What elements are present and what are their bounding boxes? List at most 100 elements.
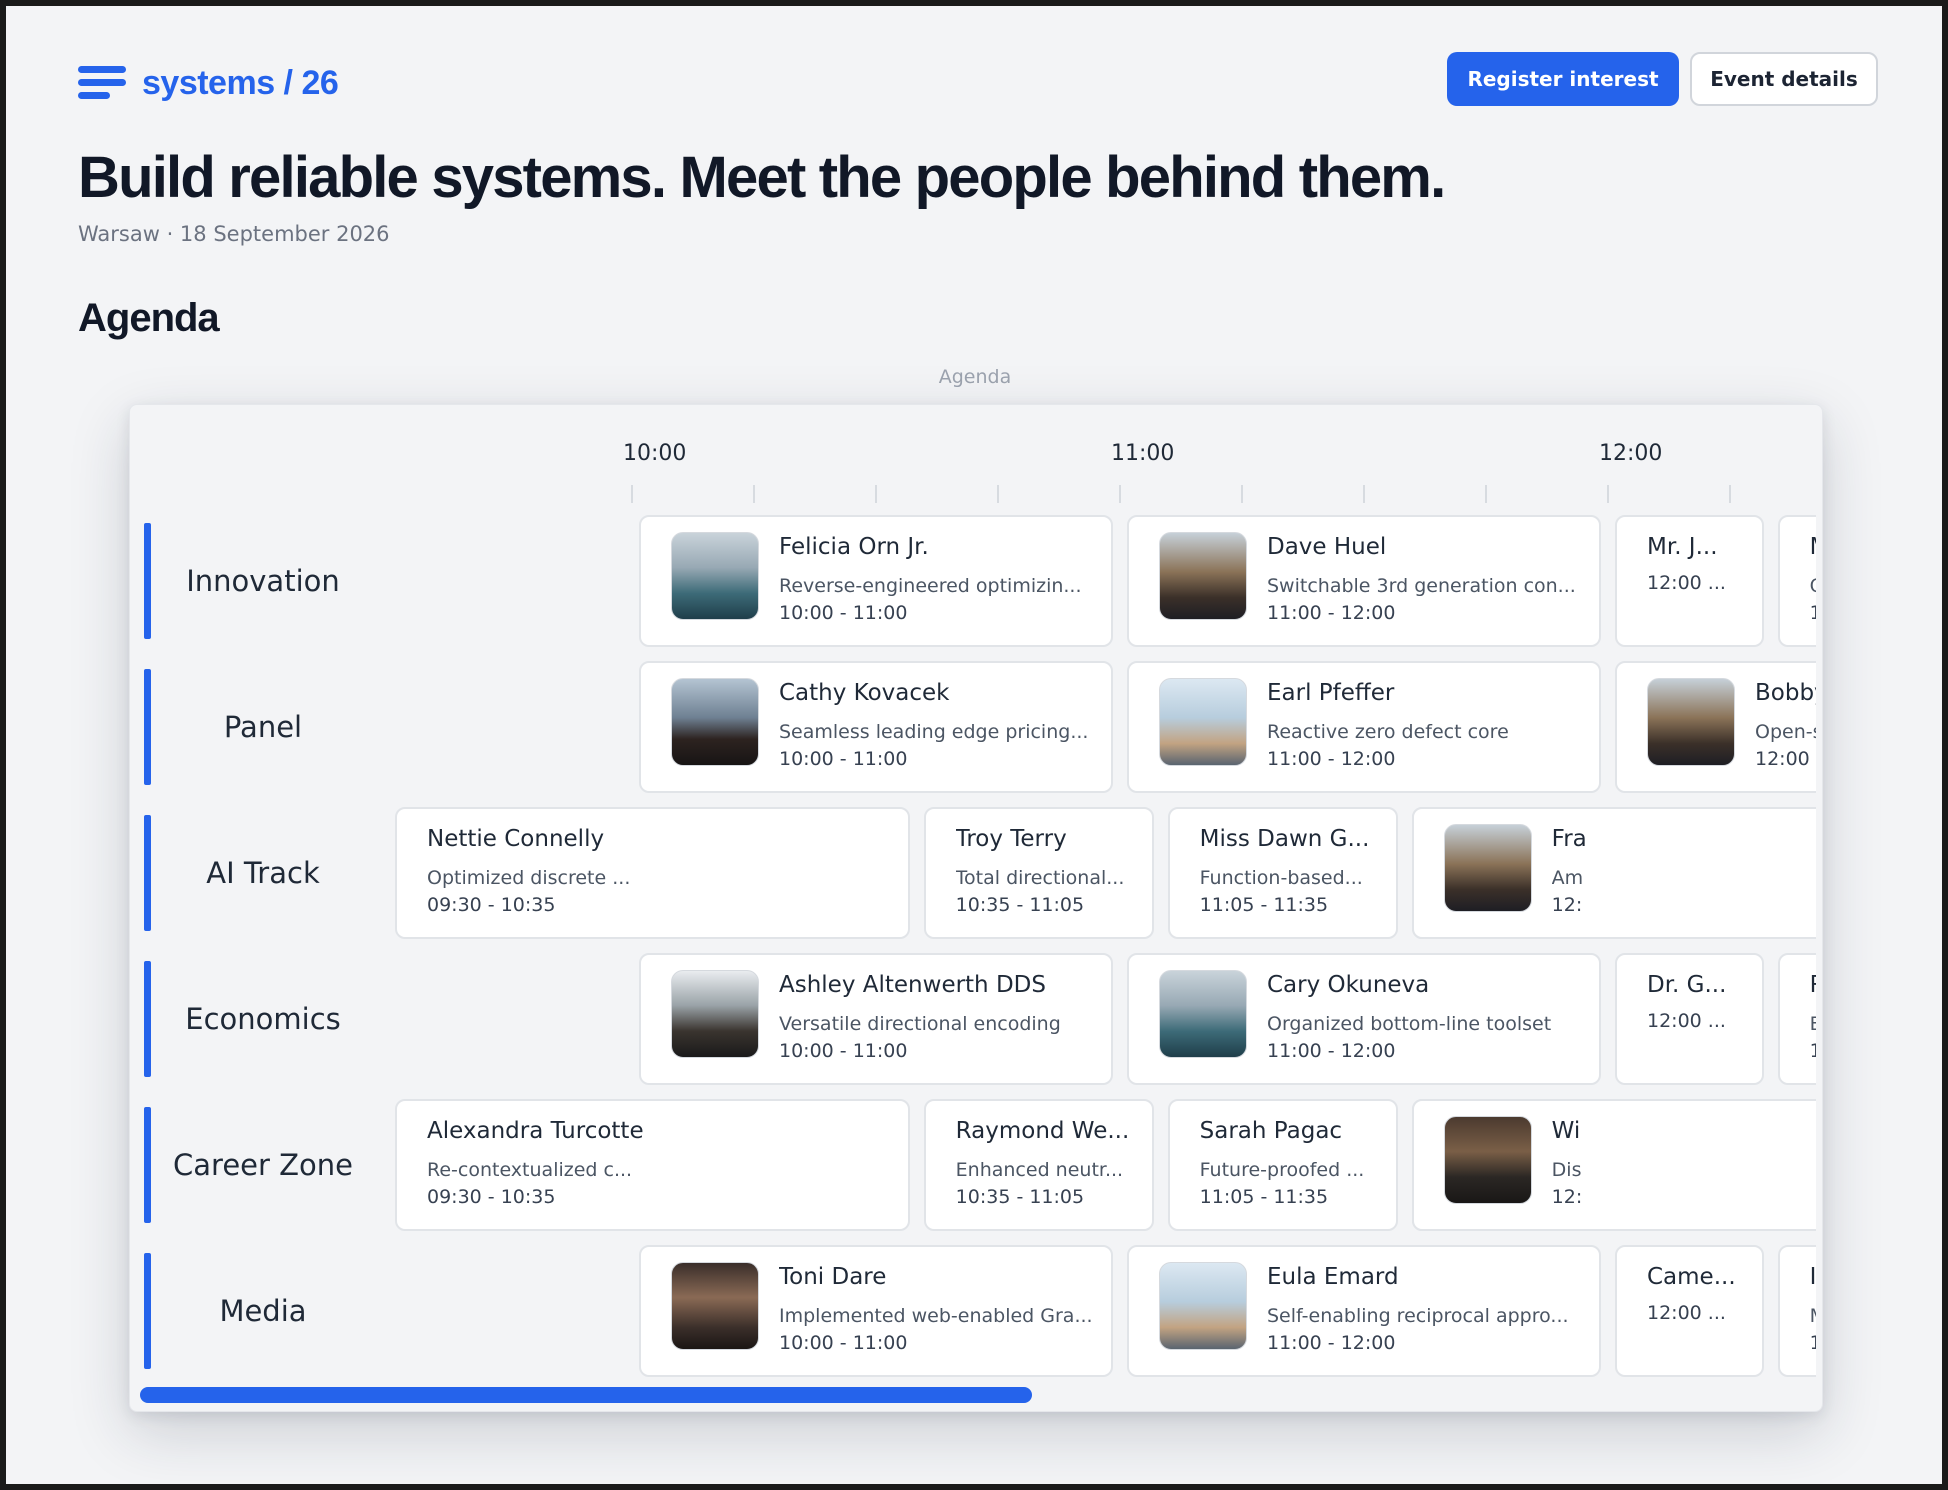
session-card[interactable]: Isabel Wuckert Multi-layered bifurcated .…	[1777, 1245, 1816, 1377]
session-card[interactable]: Cathy Kovacek Seamless leading edge prici…	[639, 661, 1113, 793]
session-time: 10:35 - 11:05	[955, 1186, 1085, 1208]
speaker-avatar	[1159, 970, 1247, 1058]
agenda-scheduler: 10:00 11:00 12:00 Innovation Felicia Orn Jr…	[129, 404, 1823, 1412]
session-card[interactable]: Troy Terry Total directional... 10:35 - 11…	[923, 807, 1154, 939]
session-time: 12:20 - 13:00	[1810, 1329, 1816, 1357]
session-time: 11:00 - 12:00	[1267, 602, 1396, 624]
speaker-avatar	[1443, 824, 1532, 912]
speaker-avatar	[671, 1262, 759, 1350]
session-time: 12:00 ...	[1647, 1010, 1726, 1032]
track-events: Alexandra Turcotte Re-contextualized c...…	[388, 1099, 1816, 1231]
track-events: Nettie Connelly Optimized discrete ... 09:…	[388, 807, 1816, 939]
speaker-name: Sarah Pagac	[1199, 1118, 1343, 1144]
speaker-name: Toni Dare	[779, 1264, 887, 1290]
session-card[interactable]: Felicia Orn Jr. Reverse-engineered optimi…	[639, 515, 1113, 647]
session-description: Enhanced neutr...	[955, 1159, 1124, 1181]
session-description: Extended 4th generation...	[1810, 1011, 1816, 1037]
session-card[interactable]: Sarah Pagac Future-proofed ... 11:05 - 11:…	[1167, 1099, 1398, 1231]
session-card[interactable]: Mae Lind Cross-group multi-taski...12:20 …	[1777, 515, 1816, 647]
event-details-button[interactable]: Event details	[1690, 52, 1878, 106]
timeline-tick	[1607, 485, 1609, 503]
session-description: Optimized discrete ...	[427, 867, 631, 889]
timeline-time-label: 11:00	[1111, 441, 1175, 466]
session-time: 11:00 - 12:00	[1267, 1332, 1396, 1354]
session-card[interactable]: Mr. J... 12:00 ...	[1615, 515, 1764, 647]
session-card[interactable]: Ashley Altenwerth DDS Versatile direction…	[639, 953, 1113, 1085]
session-time: 10:00 - 11:00	[779, 1040, 908, 1062]
speaker-name: Mr. J...	[1647, 534, 1718, 560]
agenda-row: AI Track Nettie Connelly Optimized discret…	[130, 807, 1822, 939]
session-time: 10:00 - 11:00	[779, 748, 908, 770]
session-time: 12:00 - 13:00	[1755, 748, 1816, 770]
agenda-section-title: Agenda	[78, 296, 220, 340]
speaker-name: Miss Dawn G...	[1199, 826, 1370, 852]
agenda-row: Innovation Felicia Orn Jr. Reverse-enginee…	[130, 515, 1822, 647]
speaker-name: Dr. G...	[1647, 972, 1727, 998]
session-description: Self-enabling reciprocal appro...	[1267, 1305, 1569, 1327]
session-card[interactable]: Came... 12:00 ...	[1615, 1245, 1764, 1377]
session-card[interactable]: Earl Pfeffer Reactive zero defect core 11:…	[1127, 661, 1601, 793]
row-accent-bar	[144, 669, 151, 785]
session-description: Seamless leading edge pricing...	[779, 721, 1089, 743]
timeline-tick	[1729, 485, 1731, 503]
track-events: Toni Dare Implemented web-enabled Gra... 1…	[388, 1245, 1816, 1377]
track-label: Innovation	[186, 564, 340, 598]
track-label: Career Zone	[173, 1148, 353, 1182]
session-card[interactable]: Wi Dis 12:	[1411, 1099, 1816, 1231]
session-time: 11:05 - 11:35	[1199, 1186, 1329, 1208]
session-card[interactable]: Eula Emard Self-enabling reciprocal appro…	[1127, 1245, 1601, 1377]
session-time: 12:20 - 13:00	[1810, 1037, 1816, 1065]
session-description: Implemented web-enabled Gra...	[779, 1305, 1093, 1327]
speaker-name: Felicia Orn Jr.	[779, 534, 929, 560]
session-description: Function-based...	[1199, 867, 1363, 889]
timeline-tick	[1485, 485, 1487, 503]
event-location-date: Warsaw · 18 September 2026	[78, 222, 390, 246]
session-time: 12:00 ...	[1647, 1302, 1726, 1324]
brand[interactable]: systems / 26	[78, 58, 339, 108]
session-card[interactable]: Toni Dare Implemented web-enabled Gra... 1…	[639, 1245, 1113, 1377]
session-description: Cross-group multi-taski...	[1810, 573, 1816, 599]
agenda-caption: Agenda	[938, 366, 1012, 388]
speaker-name: Wi	[1551, 1118, 1581, 1144]
session-card[interactable]: Renee Wuckert Extended 4th generation...1…	[1777, 953, 1816, 1085]
session-card[interactable]: Miss Dawn G... Function-based... 11:05 - 1…	[1167, 807, 1398, 939]
agenda-rows: Innovation Felicia Orn Jr. Reverse-enginee…	[130, 515, 1822, 1385]
row-accent-bar	[144, 1253, 151, 1369]
row-accent-bar	[144, 961, 151, 1077]
session-description: Switchable 3rd generation con...	[1267, 575, 1576, 597]
speaker-name: Ashley Altenwerth DDS	[779, 972, 1046, 998]
session-description: Organized bottom-line toolset	[1267, 1013, 1552, 1035]
horizontal-scrollbar[interactable]	[140, 1387, 1032, 1403]
session-card[interactable]: Cary Okuneva Organized bottom-line toolse…	[1127, 953, 1601, 1085]
speaker-name: Isabel Wuckert	[1809, 1264, 1816, 1290]
speaker-name: Fra	[1551, 826, 1587, 852]
session-card[interactable]: Bobby Grant Open-source full-range migrat…	[1615, 661, 1816, 793]
timeline-tick	[1241, 485, 1243, 503]
session-card[interactable]: Dave Huel Switchable 3rd generation con..…	[1127, 515, 1601, 647]
session-description: Dis	[1551, 1159, 1582, 1181]
menu-icon[interactable]	[78, 66, 126, 100]
row-accent-bar	[144, 815, 151, 931]
session-card[interactable]: Raymond We... Enhanced neutr... 10:35 - 11…	[923, 1099, 1154, 1231]
session-card[interactable]: Dr. G... 12:00 ...	[1615, 953, 1764, 1085]
session-time: 12:	[1551, 1186, 1583, 1208]
page-headline: Build reliable systems. Meet the people …	[78, 145, 1446, 210]
page: systems / 26 Register interest Event det…	[6, 6, 1942, 1484]
speaker-name: Bobby Grant	[1755, 680, 1816, 706]
brand-name[interactable]: systems / 26	[142, 64, 339, 103]
session-time: 11:00 - 12:00	[1267, 1040, 1396, 1062]
speaker-name: Renee Wuckert	[1810, 969, 1816, 1001]
session-card[interactable]: Nettie Connelly Optimized discrete ... 09:…	[395, 807, 910, 939]
session-description: Re-contextualized c...	[427, 1159, 633, 1181]
register-interest-button[interactable]: Register interest	[1447, 52, 1679, 106]
session-card[interactable]: Alexandra Turcotte Re-contextualized c...…	[395, 1099, 910, 1231]
speaker-name: Came...	[1647, 1264, 1736, 1290]
session-card[interactable]: Fra Am 12:	[1411, 807, 1816, 939]
speaker-name: Cathy Kovacek	[779, 680, 950, 706]
track-label: Panel	[223, 710, 303, 744]
timeline-tick	[875, 485, 877, 503]
timeline-header: 10:00 11:00 12:00	[388, 405, 1816, 505]
track-label: Economics	[185, 1002, 341, 1036]
speaker-avatar	[1443, 1116, 1532, 1204]
speaker-avatar	[1159, 678, 1247, 766]
